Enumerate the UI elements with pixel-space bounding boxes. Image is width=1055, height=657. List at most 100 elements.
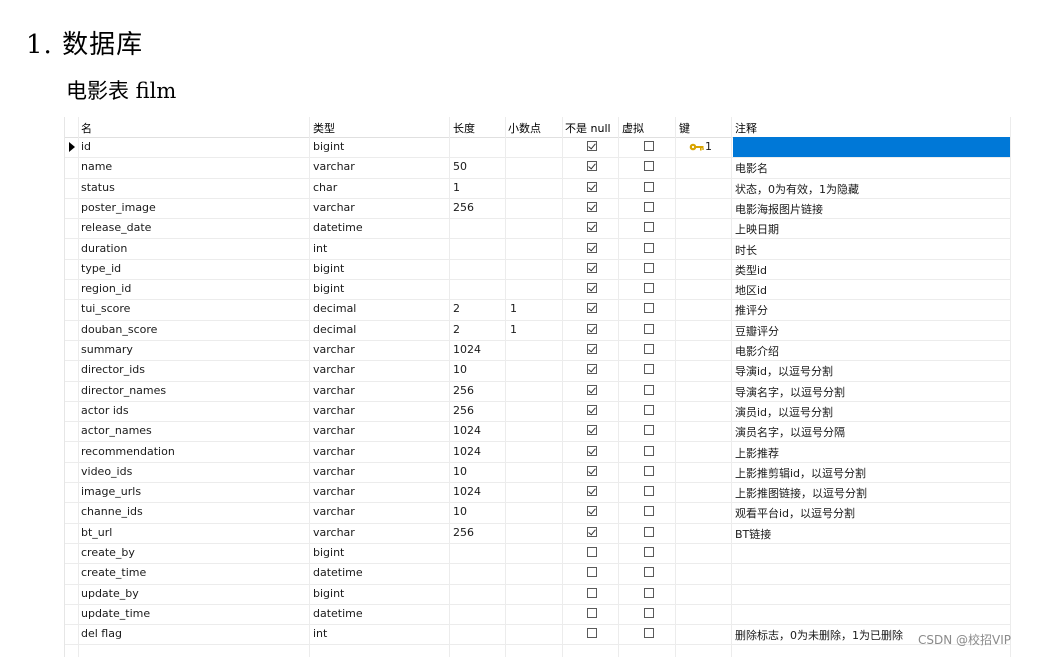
field-type[interactable]: int xyxy=(313,242,327,255)
not-null-checkbox[interactable] xyxy=(587,323,597,334)
table-row[interactable]: name varchar 50 电影名 xyxy=(65,157,1011,179)
not-null-checkbox[interactable] xyxy=(587,445,597,456)
table-row[interactable]: duration int 时长 xyxy=(65,239,1011,260)
field-name[interactable]: update_time xyxy=(81,607,150,620)
field-length[interactable]: 1024 xyxy=(453,445,481,458)
field-name[interactable]: director_ids xyxy=(81,363,145,376)
field-length[interactable]: 256 xyxy=(453,526,474,539)
not-null-checkbox[interactable] xyxy=(587,547,597,557)
field-length[interactable]: 1024 xyxy=(453,424,481,437)
virtual-checkbox[interactable] xyxy=(644,201,654,212)
field-type[interactable]: varchar xyxy=(313,343,355,356)
field-name[interactable]: image_urls xyxy=(81,485,141,498)
table-row[interactable]: del flag int 删除标志，0为未删除，1为已删除 xyxy=(65,624,1011,646)
field-name[interactable]: release_date xyxy=(81,221,151,234)
field-comment[interactable]: 类型id xyxy=(735,262,767,278)
field-length[interactable]: 10 xyxy=(453,465,467,478)
not-null-checkbox[interactable] xyxy=(587,344,597,354)
virtual-checkbox[interactable] xyxy=(644,445,654,456)
field-name[interactable]: duration xyxy=(81,242,127,255)
header-length[interactable]: 长度 xyxy=(453,120,475,136)
table-row[interactable]: video_ids varchar 10 上影推剪辑id，以逗号分割 xyxy=(65,462,1011,484)
not-null-checkbox[interactable] xyxy=(587,384,597,395)
virtual-checkbox[interactable] xyxy=(644,161,654,172)
field-length[interactable]: 256 xyxy=(453,201,474,214)
field-type[interactable]: varchar xyxy=(313,201,355,214)
field-type[interactable]: datetime xyxy=(313,221,363,234)
table-row[interactable]: id bigint 1 xyxy=(65,137,1011,159)
not-null-checkbox[interactable] xyxy=(587,425,597,436)
field-comment[interactable]: 上映日期 xyxy=(735,221,779,237)
not-null-checkbox[interactable] xyxy=(587,181,597,192)
field-length[interactable]: 1 xyxy=(453,181,460,194)
field-name[interactable]: del flag xyxy=(81,627,122,640)
table-row[interactable]: status char 1 状态，0为有效，1为隐藏 xyxy=(65,178,1011,199)
field-comment[interactable]: 电影名 xyxy=(735,160,768,176)
virtual-checkbox[interactable] xyxy=(644,607,654,618)
field-comment[interactable]: BT链接 xyxy=(735,526,771,542)
table-row[interactable]: update_by bigint xyxy=(65,584,1011,605)
field-type[interactable]: datetime xyxy=(313,566,363,579)
virtual-checkbox[interactable] xyxy=(644,141,654,151)
field-comment[interactable]: 观看平台id，以逗号分割 xyxy=(735,505,855,521)
field-name[interactable]: poster_image xyxy=(81,201,156,214)
table-row[interactable]: type_id bigint 类型id xyxy=(65,259,1011,281)
table-row[interactable]: actor_names varchar 1024 演员名字，以逗号分隔 xyxy=(65,421,1011,443)
virtual-checkbox[interactable] xyxy=(644,587,654,598)
field-name[interactable]: create_time xyxy=(81,566,146,579)
field-type[interactable]: varchar xyxy=(313,424,355,437)
field-name[interactable]: director_names xyxy=(81,384,166,397)
field-length[interactable]: 50 xyxy=(453,160,467,173)
field-comment[interactable]: 删除标志，0为未删除，1为已删除 xyxy=(735,627,903,643)
field-comment[interactable]: 上影推荐 xyxy=(735,445,779,461)
virtual-checkbox[interactable] xyxy=(644,425,654,436)
virtual-checkbox[interactable] xyxy=(644,547,654,557)
virtual-checkbox[interactable] xyxy=(644,364,654,375)
field-comment[interactable]: 地区id xyxy=(735,282,767,298)
not-null-checkbox[interactable] xyxy=(587,161,597,172)
table-row[interactable]: douban_score decimal 2 1 豆瓣评分 xyxy=(65,320,1011,341)
field-name[interactable]: actor ids xyxy=(81,404,129,417)
field-name[interactable]: video_ids xyxy=(81,465,132,478)
field-comment[interactable]: 电影介绍 xyxy=(735,343,779,359)
not-null-checkbox[interactable] xyxy=(587,303,597,314)
header-decimals[interactable]: 小数点 xyxy=(508,120,541,136)
field-type[interactable]: varchar xyxy=(313,404,355,417)
header-virtual[interactable]: 虚拟 xyxy=(622,120,644,136)
not-null-checkbox[interactable] xyxy=(587,486,597,497)
field-name[interactable]: create_by xyxy=(81,546,135,559)
not-null-checkbox[interactable] xyxy=(587,587,597,598)
field-type[interactable]: varchar xyxy=(313,160,355,173)
virtual-checkbox[interactable] xyxy=(644,465,654,476)
not-null-checkbox[interactable] xyxy=(587,242,597,253)
virtual-checkbox[interactable] xyxy=(644,526,654,537)
virtual-checkbox[interactable] xyxy=(644,262,654,273)
field-name[interactable]: douban_score xyxy=(81,323,157,336)
not-null-checkbox[interactable] xyxy=(587,607,597,618)
field-type[interactable]: varchar xyxy=(313,505,355,518)
field-comment[interactable]: 导演名字，以逗号分割 xyxy=(735,384,845,400)
virtual-checkbox[interactable] xyxy=(644,222,654,233)
field-name[interactable]: actor_names xyxy=(81,424,152,437)
field-type[interactable]: datetime xyxy=(313,607,363,620)
not-null-checkbox[interactable] xyxy=(587,222,597,233)
field-type[interactable]: bigint xyxy=(313,140,344,153)
not-null-checkbox[interactable] xyxy=(587,404,597,415)
field-name[interactable]: name xyxy=(81,160,112,173)
field-decimals[interactable]: 1 xyxy=(510,302,517,315)
field-comment[interactable]: 电影海报图片链接 xyxy=(735,201,823,217)
table-row[interactable]: bt_url varchar 256 BT链接 xyxy=(65,523,1011,544)
table-row[interactable]: tui_score decimal 2 1 推评分 xyxy=(65,299,1011,321)
field-comment[interactable]: 时长 xyxy=(735,242,757,258)
not-null-checkbox[interactable] xyxy=(587,526,597,537)
table-row[interactable]: region_id bigint 地区id xyxy=(65,279,1011,301)
header-name[interactable]: 名 xyxy=(81,120,92,136)
table-row[interactable]: director_ids varchar 10 导演id，以逗号分割 xyxy=(65,360,1011,382)
table-row[interactable]: recommendation varchar 1024 上影推荐 xyxy=(65,442,1011,463)
field-length[interactable]: 256 xyxy=(453,384,474,397)
field-comment[interactable]: 上影推剪辑id，以逗号分割 xyxy=(735,465,866,481)
table-row[interactable]: image_urls varchar 1024 上影推图链接，以逗号分割 xyxy=(65,482,1011,504)
field-comment[interactable]: 导演id，以逗号分割 xyxy=(735,363,833,379)
table-row[interactable]: release_date datetime 上映日期 xyxy=(65,218,1011,240)
field-type[interactable]: varchar xyxy=(313,485,355,498)
